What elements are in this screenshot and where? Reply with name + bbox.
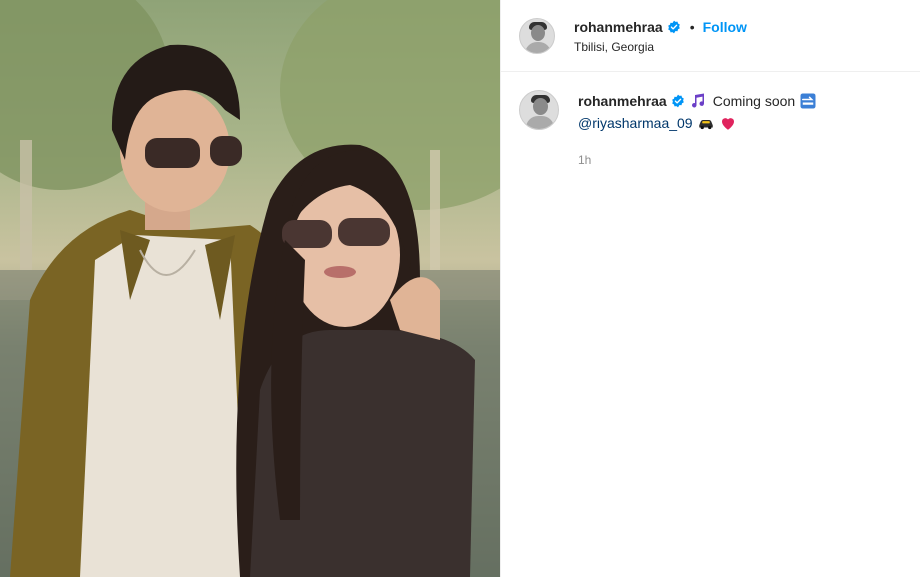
separator-dot: •: [689, 19, 695, 35]
profile-avatar[interactable]: [519, 17, 555, 54]
photo-illustration: [0, 0, 500, 577]
caption-avatar[interactable]: [519, 90, 559, 130]
caption-block: rohanmehraa Coming soon @riyasharmaa_09 …: [501, 72, 920, 171]
verified-badge-icon: [667, 20, 680, 34]
instagram-post: rohanmehraa • Follow Tbilisi, Georgia ro…: [0, 0, 920, 577]
header-username[interactable]: rohanmehraa: [574, 19, 663, 35]
post-side-panel: rohanmehraa • Follow Tbilisi, Georgia ro…: [500, 0, 920, 577]
red-heart-icon: [721, 118, 734, 130]
follow-button[interactable]: Follow: [703, 19, 747, 35]
post-photo[interactable]: [0, 0, 500, 577]
mention-link[interactable]: @riyasharmaa_09: [578, 112, 693, 134]
location-link[interactable]: Tbilisi, Georgia: [574, 40, 747, 54]
verified-badge-icon: [671, 94, 684, 108]
music-notes-icon: [691, 93, 704, 108]
car-icon: [698, 120, 713, 130]
post-timestamp[interactable]: 1h: [578, 149, 821, 171]
soon-arrow-icon: [800, 93, 816, 109]
post-header: rohanmehraa • Follow Tbilisi, Georgia: [501, 0, 920, 72]
caption-username[interactable]: rohanmehraa: [578, 90, 667, 112]
caption-text: Coming soon: [712, 93, 796, 109]
